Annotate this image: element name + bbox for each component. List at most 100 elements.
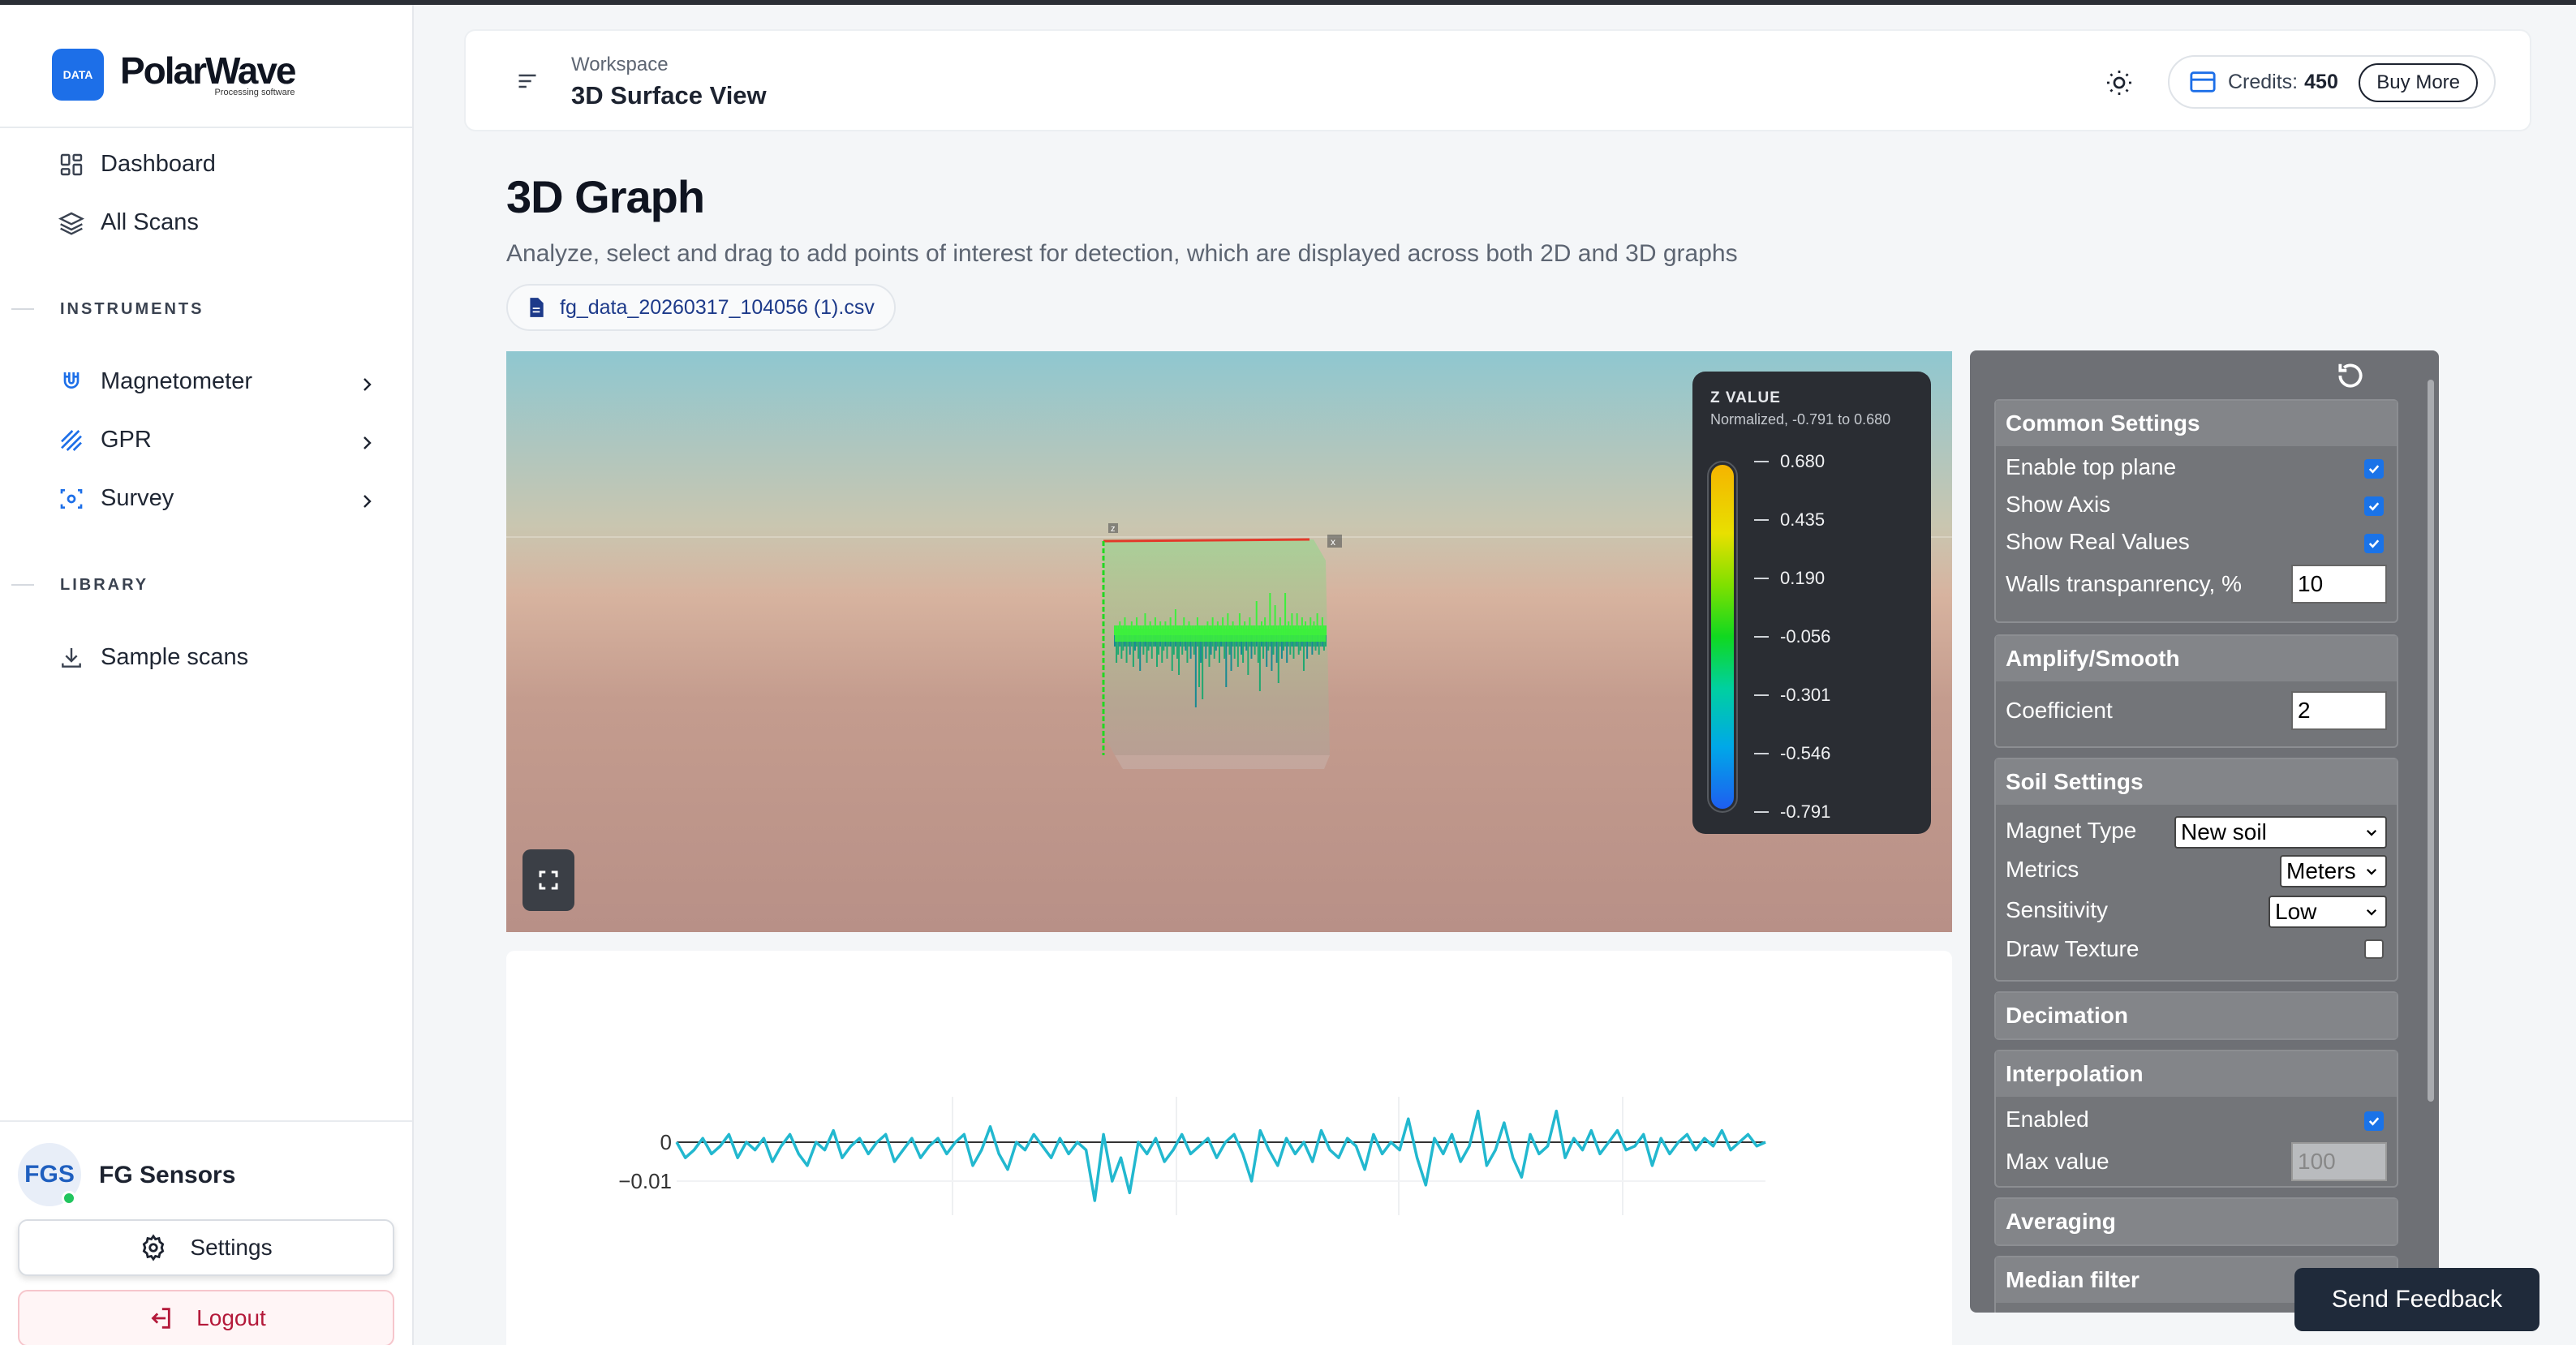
max-value-input[interactable]: 100 <box>2291 1142 2387 1181</box>
surface-band <box>1115 629 1326 642</box>
theme-toggle-sun-icon[interactable] <box>2105 68 2134 97</box>
line-chart-svg[interactable]: 0 −0.01 <box>506 951 1952 1345</box>
send-feedback-button[interactable]: Send Feedback <box>2294 1268 2539 1331</box>
dashboard-icon <box>60 153 83 175</box>
sidebar-item-gpr[interactable]: GPR <box>58 427 152 453</box>
app-logo[interactable]: DATA PolarWave Processing software <box>52 49 297 101</box>
file-icon <box>530 298 544 317</box>
buy-more-button[interactable]: Buy More <box>2359 63 2478 102</box>
sidebar-item-label: Magnetometer <box>101 368 252 394</box>
logout-icon <box>151 1308 170 1329</box>
row-label: Draw Texture <box>2006 936 2139 961</box>
logout-button[interactable]: Logout <box>18 1290 394 1345</box>
group-title[interactable]: Amplify/Smooth <box>1996 636 2397 681</box>
row-label: Metrics <box>2006 857 2079 882</box>
sensitivity-select[interactable]: Low <box>2269 896 2387 928</box>
credit-card-icon <box>2190 71 2216 92</box>
interpolation-enabled-checkbox[interactable] <box>2364 1111 2384 1131</box>
row-label: Show Axis <box>2006 492 2111 517</box>
row-label: Max value <box>2006 1149 2109 1174</box>
row-label: Show Real Values <box>2006 529 2190 554</box>
legend-subtitle: Normalized, -0.791 to 0.680 <box>1710 411 1891 428</box>
sidebar-item-label: Sample scans <box>101 644 249 670</box>
section-label-library: LIBRARY <box>60 576 149 594</box>
sidebar-item-label: Dashboard <box>101 151 216 177</box>
fullscreen-button[interactable] <box>523 849 574 911</box>
select-value: New soil <box>2181 819 2267 844</box>
group-title[interactable]: Averaging <box>1996 1199 2397 1244</box>
chevron-down-icon <box>2366 909 2377 916</box>
sidebar-item-sample-scans[interactable]: Sample scans <box>58 644 248 671</box>
file-chip[interactable]: fg_data_20260317_104056 (1).csv <box>506 284 896 331</box>
2d-line-chart[interactable]: 0 −0.01 <box>506 951 1952 1345</box>
chevron-down-icon <box>2366 868 2377 875</box>
check-icon <box>2368 502 2380 511</box>
sidebar-item-survey[interactable]: Survey <box>58 485 174 512</box>
reset-icon[interactable] <box>2335 360 2366 391</box>
chevron-right-icon[interactable] <box>357 492 376 511</box>
group-title[interactable]: Soil Settings <box>1996 759 2397 805</box>
legend-tick: 0.680 <box>1754 451 1825 472</box>
divider <box>0 1120 412 1122</box>
legend-tick: -0.791 <box>1754 801 1830 823</box>
coefficient-input[interactable]: 2 <box>2291 691 2387 730</box>
group-title[interactable]: Common Settings <box>1996 401 2397 446</box>
sidebar-item-magnetometer[interactable]: Magnetometer <box>58 368 252 395</box>
layers-icon <box>58 212 84 235</box>
online-status-dot <box>62 1191 76 1205</box>
metrics-select[interactable]: Meters <box>2280 855 2387 887</box>
app-tagline: Processing software <box>214 88 295 97</box>
show-axis-checkbox[interactable] <box>2364 496 2384 516</box>
check-icon <box>2368 539 2380 548</box>
check-icon <box>2368 465 2380 474</box>
download-icon <box>62 647 81 668</box>
legend-tick: -0.056 <box>1754 626 1830 647</box>
surface-floor <box>1115 755 1330 769</box>
breadcrumb[interactable]: Workspace <box>571 54 669 76</box>
divider <box>11 308 34 310</box>
section-label-instruments: INSTRUMENTS <box>60 300 204 318</box>
scrollbar-thumb[interactable] <box>2428 380 2434 1102</box>
file-name: fg_data_20260317_104056 (1).csv <box>560 295 875 319</box>
group-title[interactable]: Interpolation <box>1996 1051 2397 1097</box>
logout-label: Logout <box>196 1305 266 1330</box>
app-name: PolarWave <box>120 49 297 92</box>
legend-colorbar <box>1707 461 1738 813</box>
enable-top-plane-checkbox[interactable] <box>2364 459 2384 479</box>
row-label: Enabled <box>2006 1107 2089 1132</box>
sidebar-item-dashboard[interactable]: Dashboard <box>58 151 216 178</box>
settings-button[interactable]: Settings <box>18 1219 394 1276</box>
group-averaging: Averaging <box>1994 1197 2398 1246</box>
sidebar: DATA PolarWave Processing software Dashb… <box>0 5 414 1345</box>
group-amplify-smooth: Amplify/Smooth Coefficient 2 <box>1994 634 2398 748</box>
menu-icon[interactable] <box>516 70 539 92</box>
magnet-type-select[interactable]: New soil <box>2174 816 2387 849</box>
show-real-values-checkbox[interactable] <box>2364 534 2384 553</box>
sidebar-item-label: GPR <box>101 427 152 453</box>
chevron-down-icon <box>2366 829 2377 836</box>
group-common-settings: Common Settings Enable top plane Show Ax… <box>1994 399 2398 623</box>
row-label: Magnet Type <box>2006 818 2137 843</box>
magnet-icon <box>63 372 80 389</box>
credits-value: 450 <box>2304 70 2338 93</box>
chevron-right-icon[interactable] <box>357 433 376 453</box>
select-value: Meters <box>2286 858 2356 883</box>
chevron-right-icon[interactable] <box>357 375 376 394</box>
sidebar-item-all-scans[interactable]: All Scans <box>58 209 199 236</box>
settings-label: Settings <box>190 1235 273 1260</box>
group-title[interactable]: Decimation <box>1996 993 2397 1038</box>
panel-scrollbar[interactable] <box>2428 355 2437 1304</box>
user-name: FG Sensors <box>99 1162 236 1188</box>
draw-texture-checkbox[interactable] <box>2364 939 2384 959</box>
survey-icon <box>60 488 83 509</box>
walls-transparency-input[interactable]: 10 <box>2291 565 2387 604</box>
legend-tick: -0.301 <box>1754 685 1830 706</box>
axis-x-glyph: x <box>1331 536 1335 548</box>
group-decimation: Decimation <box>1994 991 2398 1040</box>
row-label: Walls transpanrency, % <box>2006 571 2242 596</box>
legend-title: Z VALUE <box>1710 389 1781 406</box>
3d-surface-canvas[interactable]: z x Z VALUE Normalized, -0.791 to 0.680 … <box>506 351 1952 932</box>
data-series-line[interactable] <box>675 1109 1766 1202</box>
row-label: Enable top plane <box>2006 454 2177 479</box>
divider <box>11 584 34 586</box>
